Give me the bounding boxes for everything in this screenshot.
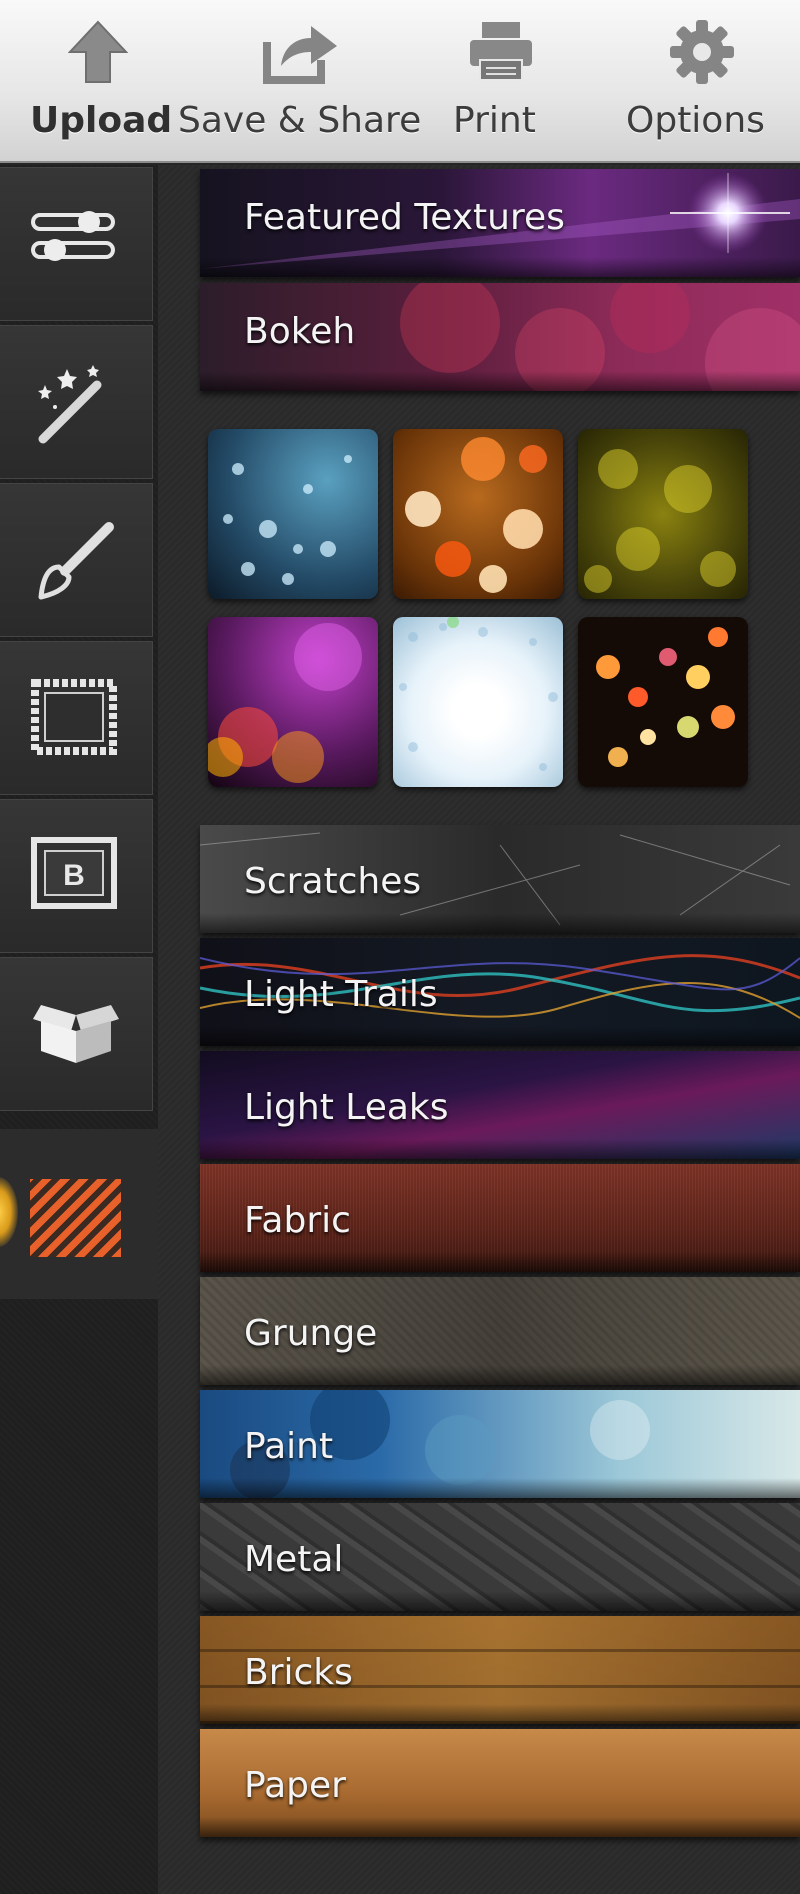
category-paint[interactable]: Paint	[200, 1390, 800, 1498]
bokeh-thumbnail-multicolor[interactable]	[578, 617, 748, 787]
gear-icon	[670, 20, 734, 84]
category-label: Paper	[244, 1765, 346, 1806]
print-label: Print	[453, 100, 536, 141]
thumbnail-image	[596, 627, 735, 767]
category-bokeh[interactable]: Bokeh	[200, 283, 800, 391]
text-tool-button[interactable]: B	[0, 799, 153, 953]
upload-label: Upload	[30, 100, 173, 141]
stickers-tool-button[interactable]	[0, 957, 153, 1111]
frames-tool-button[interactable]	[0, 641, 153, 795]
thumbnail-image	[223, 455, 352, 585]
upload-arrow-icon	[68, 20, 128, 83]
thumbnail-image	[399, 617, 558, 771]
thumbnail-image	[405, 437, 547, 593]
save-share-label: Save & Share	[178, 100, 422, 141]
svg-text:B: B	[63, 859, 85, 892]
bokeh-thumbnail-blue[interactable]	[208, 429, 378, 599]
options-label: Options	[626, 100, 765, 141]
upload-button[interactable]: Upload	[28, 0, 172, 160]
category-bricks[interactable]: Bricks	[200, 1616, 800, 1724]
printer-icon	[470, 22, 532, 81]
category-label: Paint	[244, 1426, 334, 1467]
save-share-button[interactable]: Save & Share	[178, 0, 424, 160]
category-fabric[interactable]: Fabric	[200, 1164, 800, 1272]
category-grunge[interactable]: Grunge	[200, 1277, 800, 1385]
category-light-leaks[interactable]: Light Leaks	[200, 1051, 800, 1159]
options-button[interactable]: Options	[624, 0, 784, 160]
active-indicator-glow	[0, 1177, 18, 1247]
category-scratches[interactable]: Scratches	[200, 825, 800, 933]
text-b-icon: B	[31, 837, 117, 909]
category-label: Light Leaks	[244, 1087, 449, 1128]
print-button[interactable]: Print	[448, 0, 558, 160]
bokeh-thumbnail-white[interactable]	[393, 617, 563, 787]
paintbrush-icon	[38, 522, 114, 600]
textures-icon	[30, 1179, 121, 1257]
category-label: Metal	[244, 1539, 344, 1580]
tool-sidebar: B	[0, 165, 158, 1894]
category-paper[interactable]: Paper	[200, 1729, 800, 1837]
brush-tool-button[interactable]	[0, 483, 153, 637]
texture-category-panel: Featured Textures Bokeh Scratches Light …	[158, 165, 800, 1894]
category-label: Scratches	[244, 861, 422, 902]
category-light-trails[interactable]: Light Trails	[200, 938, 800, 1046]
adjustments-tool-button[interactable]	[0, 167, 153, 321]
category-label: Light Trails	[244, 974, 438, 1015]
box-icon	[33, 1005, 119, 1063]
category-label: Grunge	[244, 1313, 378, 1354]
category-label: Bricks	[244, 1652, 353, 1693]
category-label: Fabric	[244, 1200, 351, 1241]
category-label: Featured Textures	[244, 197, 565, 238]
thumbnail-image	[584, 449, 736, 593]
top-toolbar: Upload Save & Share Print Options	[0, 0, 800, 163]
bokeh-thumbnail-pink[interactable]	[208, 617, 378, 787]
bokeh-thumbnail-orange[interactable]	[393, 429, 563, 599]
category-metal[interactable]: Metal	[200, 1503, 800, 1611]
effects-tool-button[interactable]	[0, 325, 153, 479]
frame-icon	[31, 679, 117, 755]
sliders-icon	[31, 211, 115, 261]
magic-wand-icon	[38, 365, 102, 444]
category-featured-textures[interactable]: Featured Textures	[200, 169, 800, 277]
share-icon	[263, 26, 337, 84]
category-label: Bokeh	[244, 311, 356, 352]
thumbnail-image	[208, 623, 362, 783]
bokeh-thumbnail-yellow[interactable]	[578, 429, 748, 599]
textures-tool-button[interactable]	[0, 1129, 158, 1299]
